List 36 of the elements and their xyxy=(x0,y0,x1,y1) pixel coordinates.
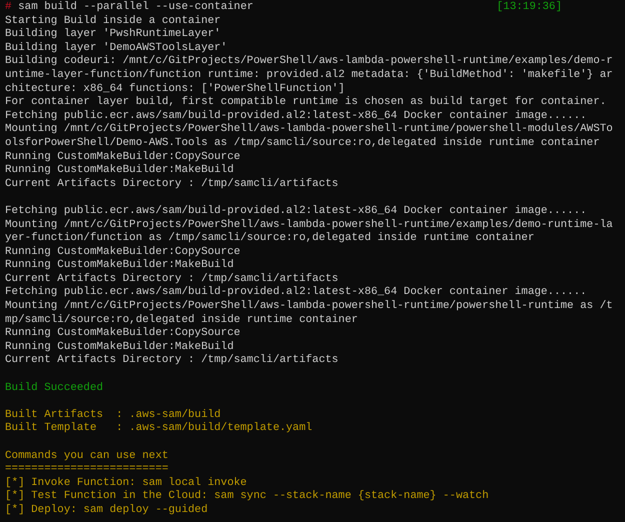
output-line: Building layer 'DemoAWSToolsLayer' xyxy=(5,42,228,54)
output-line: Running CustomMakeBuilder:CopySource xyxy=(5,327,240,340)
output-line: yer-function/function as /tmp/samcli/source:ro,delegated inside runtime container xyxy=(5,232,534,244)
output-line: Commands you can use next xyxy=(5,450,168,462)
output-line: ========================= xyxy=(5,463,168,476)
output-line: Mounting /mnt/c/GitProjects/PowerShell/aws-lambda-powershell-runtime/powershell-runtime as /t xyxy=(5,300,613,312)
output-line: [*] Test Function in the Cloud: sam sync --stack-name {stack-name} --watch xyxy=(5,490,489,502)
output-line: Built Artifacts : .aws-sam/build xyxy=(5,408,221,421)
output-line: For container layer build, first compatible runtime is chosen as build target for container. xyxy=(5,96,606,108)
output-line: Fetching public.ecr.aws/sam/build-provided.al2:latest-x86_64 Docker container image...... xyxy=(5,110,587,122)
prompt-symbol: # xyxy=(5,1,12,15)
output-line: Running CustomMakeBuilder:MakeBuild xyxy=(5,259,234,272)
output-line: Current Artifacts Directory : /tmp/samcli/artifacts xyxy=(5,178,338,190)
output-line: Running CustomMakeBuilder:MakeBuild xyxy=(5,340,234,353)
command-text: sam build --parallel --use-container xyxy=(18,1,254,15)
output-line: Building codeuri: /mnt/c/GitProjects/PowerShell/aws-lambda-powershell-runtime/examples/demo-r xyxy=(5,55,613,68)
output-line: Starting Build inside a container xyxy=(5,14,221,27)
output-line: Building layer 'PwshRuntimeLayer' xyxy=(5,28,221,40)
output-line: Mounting /mnt/c/GitProjects/PowerShell/aws-lambda-powershell-runtime/examples/demo-runtime-la xyxy=(5,218,613,230)
output-line: olsforPowerShell/Demo-AWS.Tools as /tmp/samcli/source:ro,delegated inside runtime container xyxy=(5,136,600,149)
output-line: Current Artifacts Directory : /tmp/samcli/artifacts xyxy=(5,354,338,366)
timestamp: [13:19:36] xyxy=(496,1,562,15)
output-line: Fetching public.ecr.aws/sam/build-provided.al2:latest-x86_64 Docker container image...... xyxy=(5,286,587,298)
output-line: [*] Deploy: sam deploy --guided xyxy=(5,504,208,516)
output-line: mp/samcli/source:ro,delegated inside runtime container xyxy=(5,314,358,326)
output-line: Current Artifacts Directory : /tmp/samcli/artifacts xyxy=(5,272,338,285)
output-line: Mounting /mnt/c/GitProjects/PowerShell/aws-lambda-powershell-runtime/powershell-modules/AWSTo xyxy=(5,123,613,136)
output-line: Running CustomMakeBuilder:CopySource xyxy=(5,246,240,258)
output-line: Fetching public.ecr.aws/sam/build-provided.al2:latest-x86_64 Docker container image...... xyxy=(5,204,587,217)
output-line: Built Template : .aws-sam/build/template.yaml xyxy=(5,422,312,434)
output-line: Running CustomMakeBuilder:CopySource xyxy=(5,150,240,163)
output-line: chitecture: x86_64 functions: ['PowerShellFunction'] xyxy=(5,82,345,95)
output-line: untime-layer-function/function runtime: provided.al2 metadata: {'BuildMethod': 'makefile'} ar xyxy=(5,68,613,81)
output-line: [*] Invoke Function: sam local invoke xyxy=(5,476,247,489)
output-line: Build Succeeded xyxy=(5,382,104,394)
output-line: Running CustomMakeBuilder:MakeBuild xyxy=(5,164,234,176)
